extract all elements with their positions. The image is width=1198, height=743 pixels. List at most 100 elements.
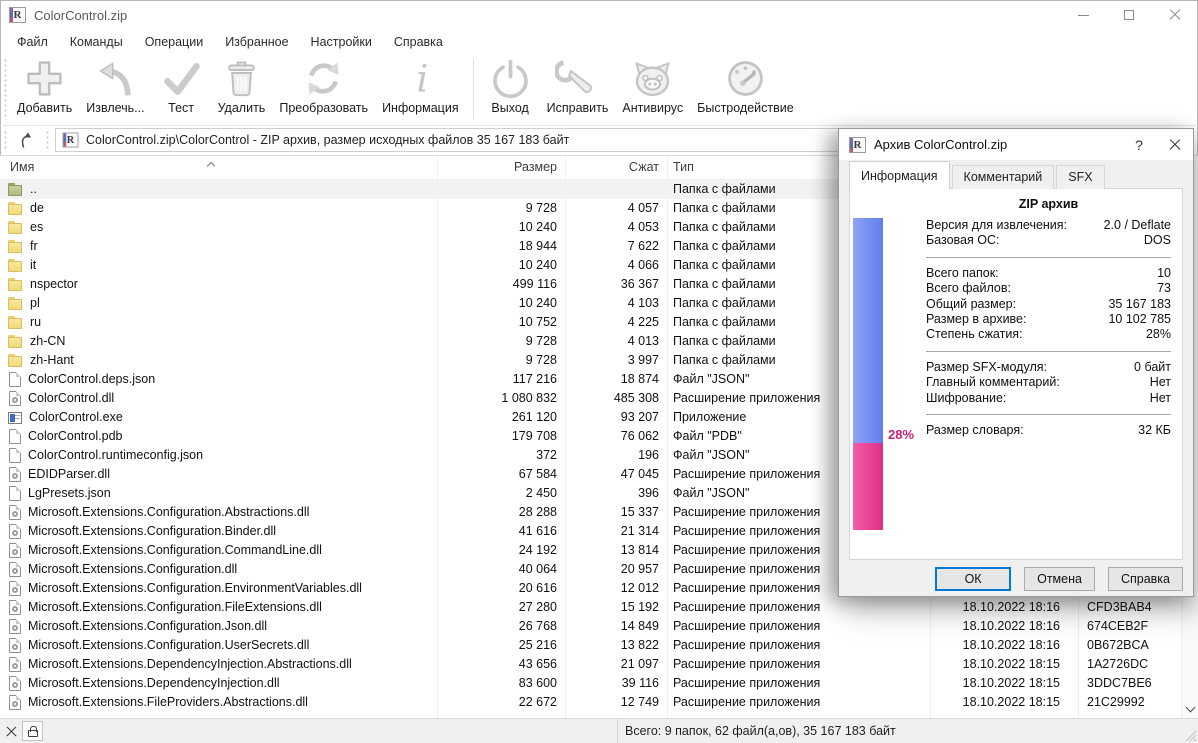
- up-level-button[interactable]: [13, 129, 41, 152]
- info-row: Версия для извлечения: 2.0 / Deflate: [926, 218, 1171, 233]
- column-header-size[interactable]: Размер: [437, 156, 565, 179]
- menu-options[interactable]: Настройки: [300, 32, 383, 52]
- column-header-name[interactable]: Имя: [0, 156, 437, 179]
- info-button[interactable]: i Информация: [375, 55, 466, 116]
- winrar-app-icon: R: [849, 137, 866, 153]
- file-size: [437, 180, 565, 199]
- file-packed: 4 013: [565, 332, 667, 351]
- info-value: Нет: [1150, 375, 1171, 390]
- tab-comment[interactable]: Комментарий: [952, 165, 1055, 189]
- gauge-blue: [853, 218, 883, 443]
- up-level-icon: [17, 130, 37, 150]
- maximize-button[interactable]: [1106, 0, 1152, 30]
- folder-icon: [8, 315, 23, 330]
- file-packed: 12 749: [565, 693, 667, 712]
- file-packed: 13 822: [565, 636, 667, 655]
- file-name: nspector: [30, 275, 78, 294]
- info-value: Нет: [1150, 391, 1171, 406]
- file-icon: [9, 429, 21, 444]
- address-text: ColorControl.zip\ColorControl - ZIP архи…: [86, 133, 569, 147]
- add-button[interactable]: Добавить: [10, 55, 79, 116]
- close-icon: [1169, 139, 1181, 151]
- cancel-selection-button[interactable]: [0, 719, 22, 743]
- table-row[interactable]: Microsoft.Extensions.DependencyInjection…: [0, 674, 1198, 693]
- lock-button[interactable]: [22, 721, 43, 741]
- dialog-info-panel: 28% ZIP архив Версия для извлечения: 2.0…: [849, 188, 1183, 560]
- table-row[interactable]: Microsoft.Extensions.FileProviders.Abstr…: [0, 693, 1198, 712]
- info-value: 0 байт: [1134, 360, 1171, 375]
- info-value: 73: [1157, 281, 1171, 296]
- file-name: ColorControl.dll: [28, 389, 114, 408]
- extract-button[interactable]: Извлечь...: [79, 55, 151, 116]
- file-name: Microsoft.Extensions.Configuration.Binde…: [28, 522, 276, 541]
- tab-sfx[interactable]: SFX: [1056, 165, 1104, 189]
- test-icon: [159, 56, 204, 101]
- file-packed: 4 066: [565, 256, 667, 275]
- menu-help[interactable]: Справка: [383, 32, 454, 52]
- dll-icon: [9, 619, 21, 634]
- file-crc: 674CEB2F: [1078, 617, 1198, 636]
- menu-file[interactable]: Файл: [6, 32, 59, 52]
- info-row: Степень сжатия: 28%: [926, 327, 1171, 342]
- benchmark-icon: [723, 56, 768, 101]
- delete-button[interactable]: Удалить: [211, 55, 273, 116]
- dialog-close-button[interactable]: [1157, 129, 1193, 160]
- info-value: 28%: [1146, 327, 1171, 342]
- folder-icon: [8, 201, 23, 216]
- minimize-icon: [1078, 15, 1089, 16]
- antivirus-icon: [630, 56, 675, 101]
- file-packed: 4 057: [565, 199, 667, 218]
- file-size: 26 768: [437, 617, 565, 636]
- folder-icon: [8, 353, 23, 368]
- info-value: DOS: [1144, 233, 1171, 248]
- minimize-button[interactable]: [1060, 0, 1106, 30]
- menu-favorites[interactable]: Избранное: [214, 32, 299, 52]
- dll-icon: [9, 581, 21, 596]
- column-header-packed[interactable]: Сжат: [565, 156, 667, 179]
- table-row[interactable]: Microsoft.Extensions.Configuration.UserS…: [0, 636, 1198, 655]
- dll-icon: [9, 638, 21, 653]
- file-packed: 76 062: [565, 427, 667, 446]
- dialog-help-button[interactable]: ?: [1121, 129, 1157, 160]
- cancel-button[interactable]: Отмена: [1024, 567, 1095, 591]
- file-name: it: [30, 256, 36, 275]
- exit-button[interactable]: Выход: [481, 55, 540, 116]
- menu-operations[interactable]: Операции: [134, 32, 214, 52]
- help-button[interactable]: Справка: [1108, 567, 1183, 591]
- menu-commands[interactable]: Команды: [59, 32, 134, 52]
- toolbar: Добавить Извлечь... Тест Удалить Преобра…: [0, 53, 1198, 126]
- file-packed: 4 103: [565, 294, 667, 313]
- dll-icon: [9, 695, 21, 710]
- file-type: Расширение приложения: [667, 617, 930, 636]
- table-row[interactable]: Microsoft.Extensions.Configuration.FileE…: [0, 598, 1198, 617]
- exe-icon: [8, 412, 22, 424]
- file-name: Microsoft.Extensions.Configuration.FileE…: [28, 598, 322, 617]
- repair-button[interactable]: Исправить: [540, 55, 616, 116]
- toolbar-drag-handle[interactable]: [3, 58, 8, 120]
- file-size: 179 708: [437, 427, 565, 446]
- file-packed: 14 849: [565, 617, 667, 636]
- close-button[interactable]: [1152, 0, 1198, 30]
- file-packed: 15 192: [565, 598, 667, 617]
- table-row[interactable]: Microsoft.Extensions.Configuration.Json.…: [0, 617, 1198, 636]
- table-row[interactable]: Microsoft.Extensions.DependencyInjection…: [0, 655, 1198, 674]
- dialog-buttons: ОК Отмена Справка: [839, 567, 1183, 591]
- file-name: ru: [30, 313, 41, 332]
- address-drag-handle[interactable]: [3, 130, 8, 150]
- resize-grip[interactable]: [1184, 729, 1196, 741]
- tab-information[interactable]: Информация: [849, 161, 950, 189]
- antivirus-button[interactable]: Антивирус: [615, 55, 690, 116]
- convert-button[interactable]: Преобразовать: [272, 55, 375, 116]
- info-row: Базовая ОС: DOS: [926, 233, 1171, 248]
- address-drag-handle-2[interactable]: [45, 130, 50, 150]
- dll-icon: [9, 543, 21, 558]
- benchmark-button[interactable]: Быстродействие: [690, 55, 801, 116]
- file-crc: 0B672BCA: [1078, 636, 1198, 655]
- file-size: 67 584: [437, 465, 565, 484]
- file-date: 18.10.2022 18:15: [930, 674, 1078, 693]
- test-button[interactable]: Тест: [152, 55, 211, 116]
- file-size: 28 288: [437, 503, 565, 522]
- ok-button[interactable]: ОК: [935, 567, 1011, 591]
- info-row: Всего папок: 10: [926, 266, 1171, 281]
- scroll-down-button[interactable]: [1182, 701, 1198, 718]
